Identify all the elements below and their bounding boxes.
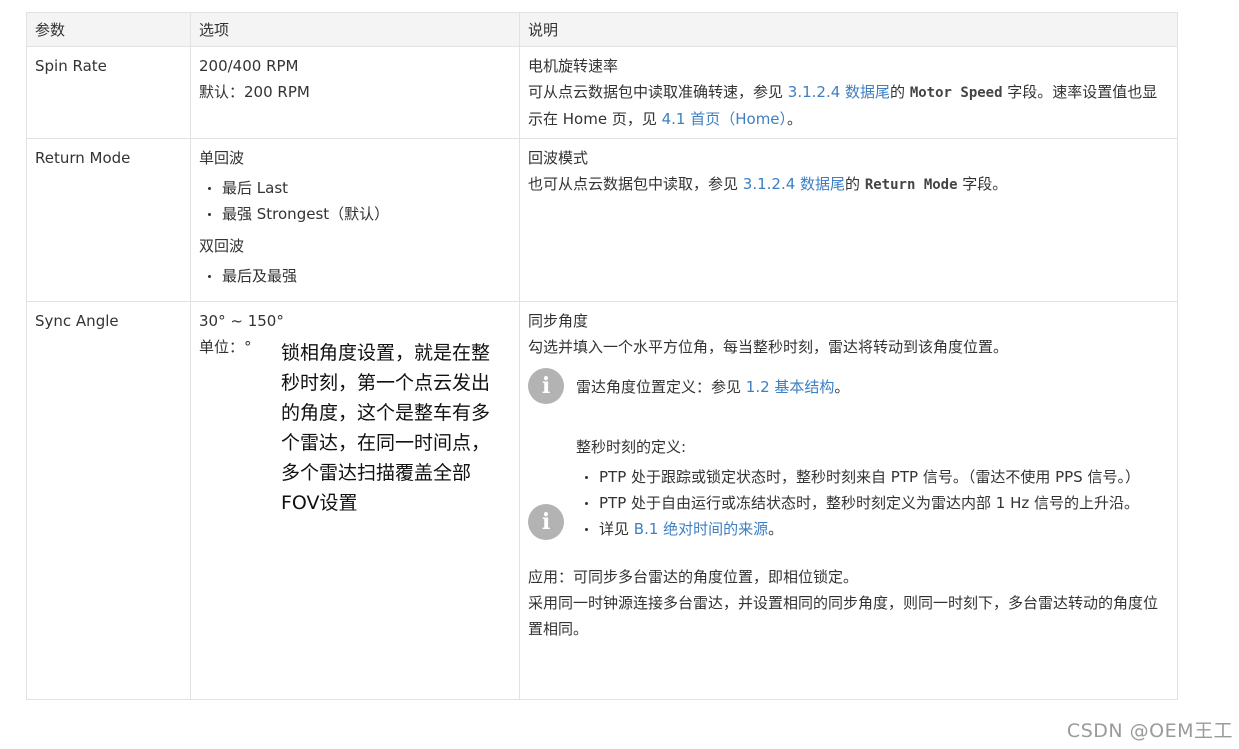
link-absolute-time-source[interactable]: B.1 绝对时间的来源	[634, 520, 768, 538]
list-text: 。	[768, 520, 784, 538]
note-title: 整秒时刻的定义:	[576, 438, 687, 456]
options-return-mode: 单回波 最后 Last 最强 Strongest（默认） 双回波 最后及最强	[190, 138, 520, 302]
param-sync-angle: Sync Angle	[26, 301, 191, 700]
desc-title: 同步角度	[528, 312, 589, 330]
options-spin-rate: 200/400 RPM 默认：200 RPM	[190, 46, 520, 139]
link-home-page[interactable]: 4.1 首页（Home）	[662, 110, 787, 128]
note-text: 雷达角度位置定义：参见	[576, 378, 746, 396]
link-basic-structure[interactable]: 1.2 基本结构	[746, 378, 835, 396]
field-motor-speed: Motor Speed	[909, 85, 1003, 101]
info-circle-icon: i	[528, 504, 564, 540]
link-data-tail[interactable]: 3.1.2.4 数据尾	[743, 175, 845, 193]
desc-text: 可从点云数据包中读取准确转速，参见	[528, 83, 788, 101]
option-default: 默认：200 RPM	[199, 83, 310, 101]
table-header-row: 参数 选项 说明	[26, 12, 1178, 47]
desc-text: 的	[890, 83, 910, 101]
note-text: 。	[834, 378, 850, 396]
field-return-mode: Return Mode	[864, 177, 958, 193]
table-row-return-mode: Return Mode 单回波 最后 Last 最强 Strongest（默认）…	[26, 138, 1178, 302]
list-item: PTP 处于自由运行或冻结状态时，整秒时刻定义为雷达内部 1 Hz 信号的上升沿…	[582, 490, 1169, 516]
desc-title: 回波模式	[528, 149, 589, 167]
table-row-sync-angle: Sync Angle 30° ~ 150° 单位：° 同步角度 勾选并填入一个水…	[26, 301, 1178, 700]
desc-text: 字段。	[957, 175, 1008, 193]
single-return-label: 单回波	[199, 149, 245, 167]
info-note-angle: i 雷达角度位置定义：参见 1.2 基本结构。	[528, 368, 1169, 412]
list-item: 详见 B.1 绝对时间的来源。	[582, 516, 1169, 542]
list-item: 最强 Strongest（默认）	[205, 201, 511, 227]
list-item: 最后 Last	[205, 175, 511, 201]
desc-line: 勾选并填入一个水平方位角，每当整秒时刻，雷达将转动到该角度位置。	[528, 338, 1009, 356]
apply-line-2: 采用同一时钟源连接多台雷达，并设置相同的同步角度，则同一时刻下，多台雷达转动的角…	[528, 594, 1159, 638]
option-range: 30° ~ 150°	[199, 312, 284, 330]
dual-return-label: 双回波	[199, 237, 245, 255]
header-option: 选项	[190, 12, 520, 47]
table-row-spin-rate: Spin Rate 200/400 RPM 默认：200 RPM 电机旋转速率 …	[26, 46, 1178, 139]
list-text: 详见	[599, 520, 634, 538]
whole-second-list: PTP 处于跟踪或锁定状态时，整秒时刻来自 PTP 信号。（雷达不使用 PPS …	[576, 464, 1169, 542]
header-description: 说明	[519, 12, 1178, 47]
desc-body: 可从点云数据包中读取准确转速，参见 3.1.2.4 数据尾的 Motor Spe…	[528, 79, 1169, 132]
option-range: 200/400 RPM	[199, 57, 299, 75]
list-item: PTP 处于跟踪或锁定状态时，整秒时刻来自 PTP 信号。（雷达不使用 PPS …	[582, 464, 1169, 490]
info-circle-icon: i	[528, 368, 564, 404]
desc-text: 。	[787, 110, 803, 128]
description-spin-rate: 电机旋转速率 可从点云数据包中读取准确转速，参见 3.1.2.4 数据尾的 Mo…	[519, 46, 1178, 139]
watermark: CSDN @OEM王工	[1066, 720, 1233, 742]
header-param: 参数	[26, 12, 191, 47]
description-sync-angle: 同步角度 勾选并填入一个水平方位角，每当整秒时刻，雷达将转动到该角度位置。 i …	[519, 301, 1178, 700]
single-return-list: 最后 Last 最强 Strongest（默认）	[199, 175, 511, 227]
info-note-whole-second: i 整秒时刻的定义: PTP 处于跟踪或锁定状态时，整秒时刻来自 PTP 信号。…	[528, 434, 1169, 542]
parameter-table: 参数 选项 说明 Spin Rate 200/400 RPM 默认：200 RP…	[26, 12, 1178, 700]
dual-return-list: 最后及最强	[199, 263, 511, 289]
list-item: 最后及最强	[205, 263, 511, 289]
param-return-mode: Return Mode	[26, 138, 191, 302]
desc-text: 的	[845, 175, 865, 193]
link-data-tail[interactable]: 3.1.2.4 数据尾	[788, 83, 890, 101]
desc-body: 也可从点云数据包中读取，参见 3.1.2.4 数据尾的 Return Mode …	[528, 171, 1169, 198]
handwritten-annotation: 锁相角度设置，就是在整秒时刻，第一个点云发出的角度，这个是整车有多个雷达，在同一…	[281, 342, 491, 514]
apply-line: 应用：可同步多台雷达的角度位置，即相位锁定。	[528, 568, 859, 586]
param-spin-rate: Spin Rate	[26, 46, 191, 139]
desc-text: 也可从点云数据包中读取，参见	[528, 175, 743, 193]
desc-title: 电机旋转速率	[528, 57, 619, 75]
description-return-mode: 回波模式 也可从点云数据包中读取，参见 3.1.2.4 数据尾的 Return …	[519, 138, 1178, 302]
